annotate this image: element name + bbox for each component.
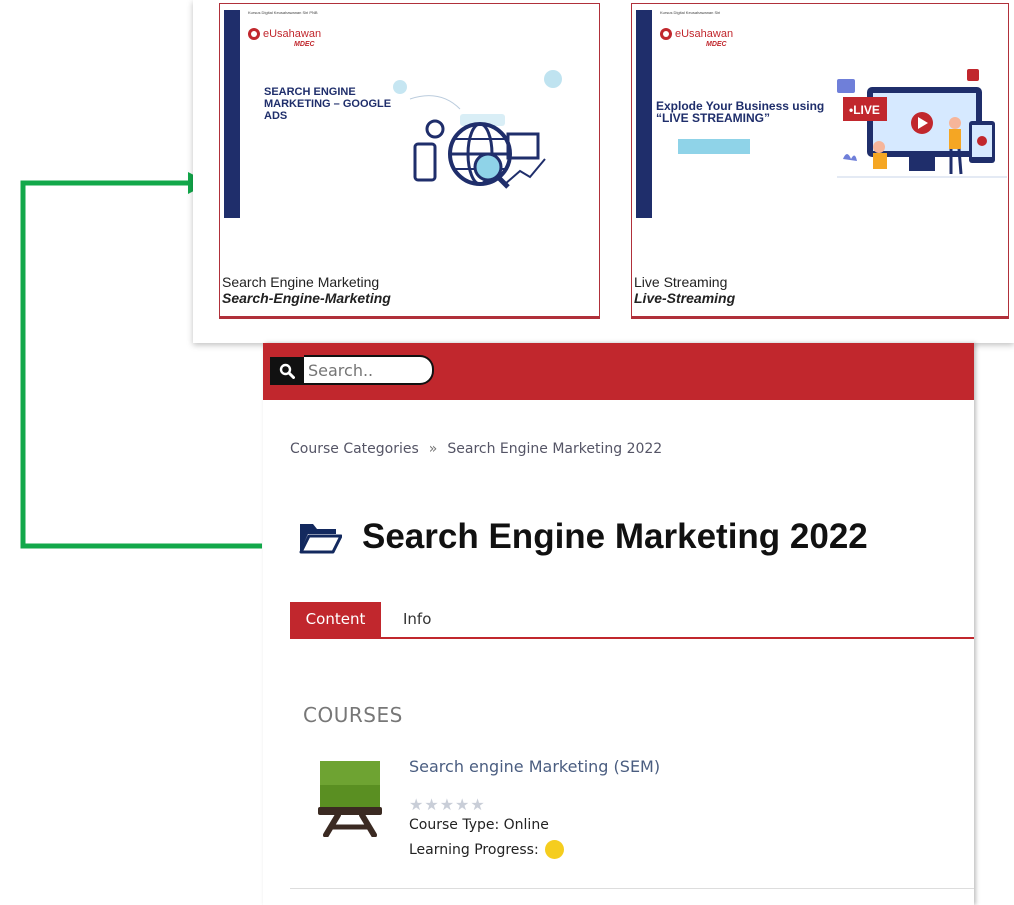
card-alias: Live-Streaming	[634, 290, 736, 306]
search-button[interactable]	[270, 357, 304, 385]
star-rating: ★★★★★	[409, 795, 486, 815]
card-headline: Explode Your Business using “LIVE STREAM…	[656, 99, 825, 125]
course-card-live-streaming[interactable]: Kursus Digital Keusahawanan Siri eUsahaw…	[631, 3, 1009, 319]
brand-logo-icon	[660, 28, 672, 40]
star-icon: ★	[470, 797, 486, 814]
card-title: Live Streaming	[634, 274, 728, 290]
course-list-item[interactable]: Search engine Marketing (SEM) ★★★★★ Cour…	[318, 751, 918, 871]
breadcrumb-current-link[interactable]: Search Engine Marketing 2022	[447, 441, 662, 457]
brand-name: eUsahawan	[675, 28, 734, 40]
breadcrumb-separator: »	[428, 441, 438, 457]
course-name-link[interactable]: Search engine Marketing (SEM)	[409, 757, 660, 776]
search-icon	[279, 363, 295, 379]
card-tiny-header: Kursus Digital Keusahawanan Siri	[660, 10, 721, 15]
brand-logo: eUsahawan MDEC	[660, 28, 734, 48]
progress-status-icon	[544, 840, 564, 859]
live-badge-text: •LIVE	[849, 103, 880, 117]
sem-illustration-icon	[393, 70, 562, 189]
brand-logo: eUsahawan MDEC	[248, 28, 322, 48]
card-cta-button	[678, 139, 750, 154]
search-input[interactable]	[304, 355, 434, 385]
chalkboard-easel-icon	[318, 761, 382, 837]
tab-info[interactable]: Info	[403, 602, 431, 637]
top-navbar	[263, 343, 974, 400]
course-card-search-engine-marketing[interactable]: Kursus Digital Keusahawanan Siri PNB eUs…	[219, 3, 600, 319]
star-icon: ★	[455, 797, 471, 814]
card-accent-bar	[224, 10, 240, 218]
card-tiny-header: Kursus Digital Keusahawanan Siri PNB	[248, 10, 318, 15]
page-title: Search Engine Marketing 2022	[362, 517, 868, 556]
learning-progress-label: Learning Progress:	[409, 841, 539, 858]
tab-content[interactable]: Content	[290, 602, 381, 637]
tab-bar: Content Info	[290, 602, 974, 639]
brand-logo-icon	[248, 28, 260, 40]
card-title: Search Engine Marketing	[222, 274, 380, 290]
star-icon: ★	[424, 797, 440, 814]
card-alias: Search-Engine-Marketing	[222, 290, 391, 306]
courses-section-heading: COURSES	[303, 703, 403, 727]
folder-open-icon	[299, 524, 342, 554]
breadcrumb: Course Categories » Search Engine Marketin…	[290, 441, 662, 457]
brand-name: eUsahawan	[263, 28, 322, 40]
brand-sub: MDEC	[294, 41, 315, 48]
divider	[290, 888, 974, 889]
page-header: Search Engine Marketing 2022	[298, 517, 868, 557]
card-accent-bar	[636, 10, 652, 218]
course-card-gallery: Kursus Digital Keusahawanan Siri PNB eUs…	[193, 0, 1014, 343]
breadcrumb-root-link[interactable]: Course Categories	[290, 441, 419, 457]
star-icon: ★	[409, 797, 425, 814]
live-streaming-illustration-icon: •LIVE	[837, 69, 1007, 178]
card-caption: Search Engine Marketing Search-Engine-Ma…	[222, 274, 391, 306]
star-icon: ★	[439, 797, 456, 814]
course-type: Course Type: Online	[409, 817, 549, 833]
course-category-page: Course Categories » Search Engine Marketin…	[263, 343, 974, 905]
brand-sub: MDEC	[706, 41, 727, 48]
card-caption: Live Streaming Live-Streaming	[634, 274, 735, 306]
learning-progress: Learning Progress:	[409, 840, 564, 859]
